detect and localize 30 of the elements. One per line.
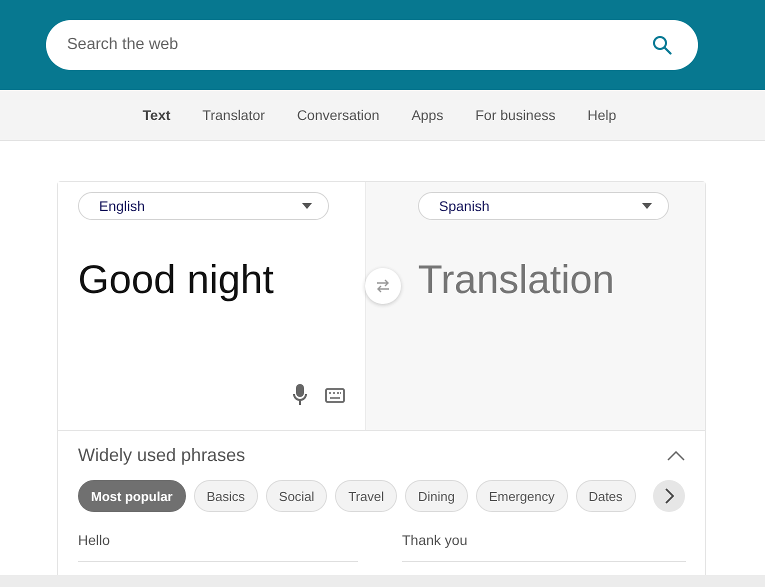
nav-tab[interactable]: For business: [459, 107, 572, 124]
microphone-icon[interactable]: [293, 384, 307, 406]
category-chip[interactable]: Travel: [335, 480, 397, 512]
category-chip[interactable]: Emergency: [476, 480, 568, 512]
translation-field[interactable]: Translation: [418, 258, 685, 430]
category-chip[interactable]: Dining: [404, 480, 468, 512]
caret-icon: [642, 203, 652, 209]
phrase-item[interactable]: Hello: [78, 528, 358, 562]
search-field[interactable]: Search the web: [46, 20, 698, 70]
nav-tab[interactable]: Translator: [186, 107, 281, 124]
source-text[interactable]: Good night: [78, 258, 345, 303]
keyboard-icon[interactable]: [325, 388, 345, 402]
nav-tab[interactable]: Help: [572, 107, 632, 124]
chevron-right-icon: [664, 488, 674, 504]
category-chip[interactable]: Social: [266, 480, 328, 512]
search-icon[interactable]: [652, 35, 672, 56]
language-select[interactable]: English: [78, 192, 329, 220]
phrase-item[interactable]: Thank you: [402, 528, 686, 562]
category-chip[interactable]: Dates: [576, 480, 636, 512]
language-select[interactable]: Spanish: [418, 192, 669, 220]
collapse-button[interactable]: [667, 450, 685, 460]
nav-tab[interactable]: Text: [126, 107, 186, 124]
swap-arrows-icon: [375, 279, 391, 293]
category-chip[interactable]: Most popular: [78, 480, 186, 512]
category-chip[interactable]: Basics: [194, 480, 258, 512]
next-button[interactable]: [653, 480, 685, 512]
nav-tab[interactable]: Apps: [395, 107, 460, 124]
caret-icon: [302, 203, 312, 209]
section-title: Widely used phrases: [78, 445, 246, 466]
nav-tab[interactable]: Conversation: [280, 107, 396, 124]
